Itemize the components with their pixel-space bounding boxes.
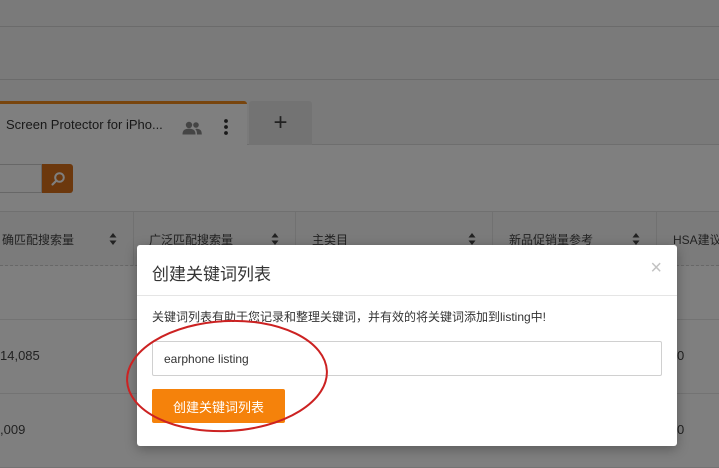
dialog-title: 创建关键词列表 <box>152 265 271 284</box>
create-keyword-list-button[interactable]: 创建关键词列表 <box>152 389 285 423</box>
create-keyword-list-dialog: 创建关键词列表 × 关键词列表有助于您记录和整理关键词，并有效的将关键词添加到l… <box>137 245 677 446</box>
dialog-header: 创建关键词列表 × <box>137 245 677 296</box>
close-icon[interactable]: × <box>650 258 662 278</box>
dialog-description: 关键词列表有助于您记录和整理关键词，并有效的将关键词添加到listing中! <box>152 310 547 324</box>
keyword-list-name-input[interactable] <box>152 341 662 376</box>
